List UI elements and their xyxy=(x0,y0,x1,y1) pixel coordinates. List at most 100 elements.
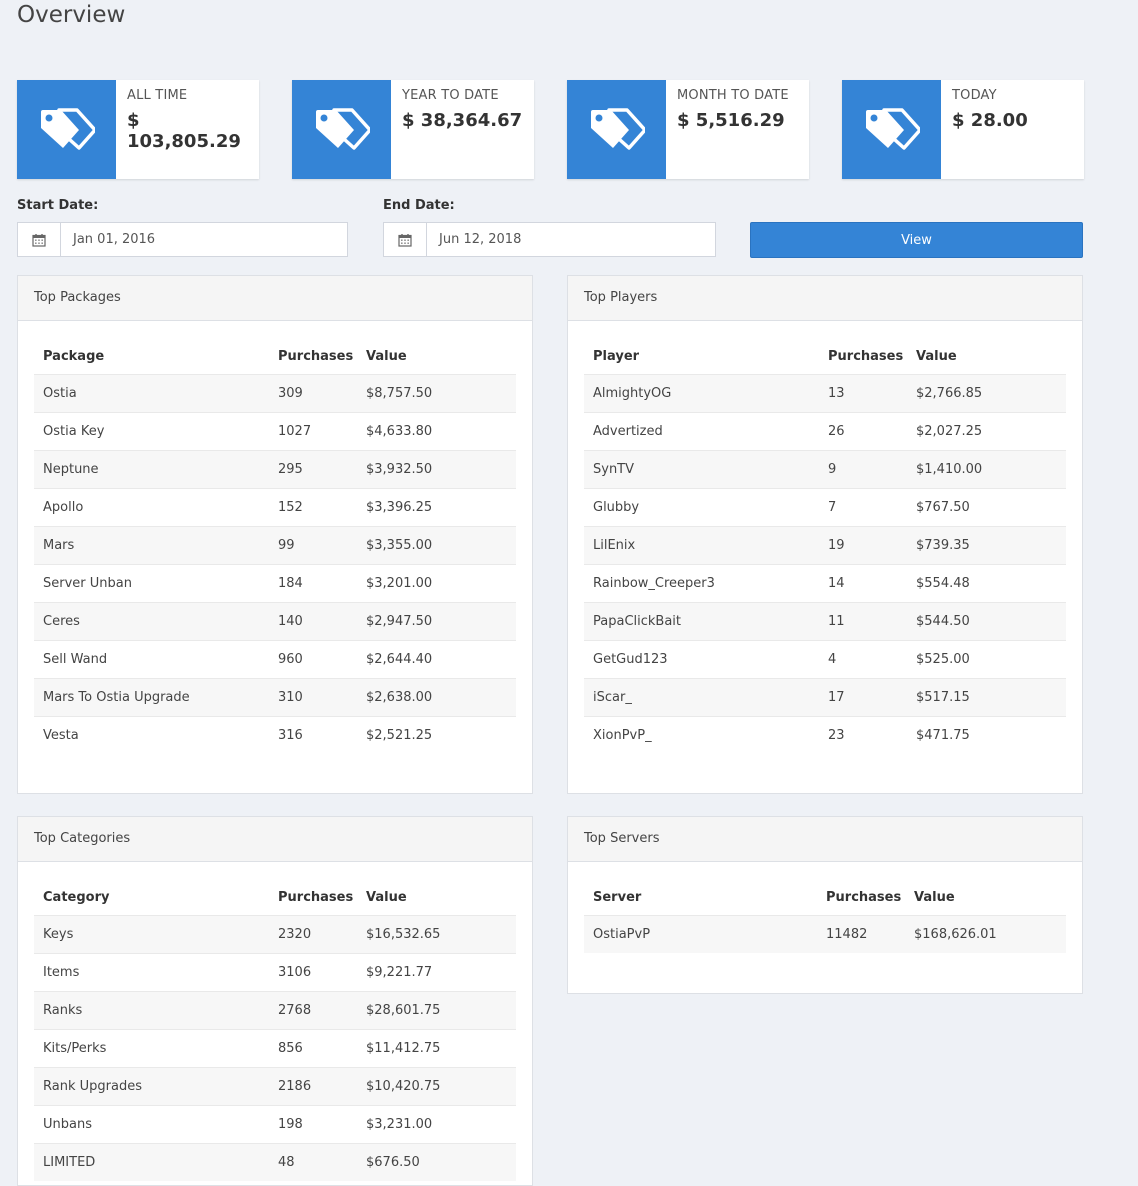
table-cell: LilEnix xyxy=(584,526,819,565)
stat-card-year-to-date: YEAR TO DATE $ 38,364.67 xyxy=(292,80,534,179)
stat-label: MONTH TO DATE xyxy=(677,88,789,103)
table-cell: $3,201.00 xyxy=(357,564,516,603)
table-cell: 2768 xyxy=(269,991,357,1030)
table-cell: 9 xyxy=(819,450,907,489)
table-row: GetGud123 4 $525.00 xyxy=(584,640,1066,679)
table-cell: Vesta xyxy=(34,716,269,754)
table-cell: $3,231.00 xyxy=(357,1105,516,1144)
table-row: Neptune 295 $3,932.50 xyxy=(34,450,516,489)
top-categories-table: Category Purchases Value Keys 2320 $16,532… xyxy=(34,879,516,1181)
table-row: Glubby 7 $767.50 xyxy=(584,488,1066,527)
table-row: XionPvP_ 23 $471.75 xyxy=(584,716,1066,754)
end-date-input[interactable]: Jun 12, 2018 xyxy=(383,222,716,257)
table-cell: $525.00 xyxy=(907,640,1066,679)
table-row: Mars 99 $3,355.00 xyxy=(34,526,516,565)
table-row: Vesta 316 $2,521.25 xyxy=(34,716,516,754)
table-cell: Ostia xyxy=(34,374,269,413)
table-cell: $16,532.65 xyxy=(357,915,516,954)
table-cell: 26 xyxy=(819,412,907,451)
table-cell: $676.50 xyxy=(357,1143,516,1181)
stat-value: $ 103,805.29 xyxy=(127,110,241,152)
table-cell: 11 xyxy=(819,602,907,641)
stat-value: $ 28.00 xyxy=(952,110,1028,131)
table-cell: Ostia Key xyxy=(34,412,269,451)
table-cell: 13 xyxy=(819,374,907,413)
panel-title: Top Packages xyxy=(18,276,532,321)
table-cell: Rank Upgrades xyxy=(34,1067,269,1106)
table-cell: 4 xyxy=(819,640,907,679)
table-row: LIMITED 48 $676.50 xyxy=(34,1143,516,1181)
table-cell: Server Unban xyxy=(34,564,269,603)
table-row: Items 3106 $9,221.77 xyxy=(34,953,516,992)
table-row: Rank Upgrades 2186 $10,420.75 xyxy=(34,1067,516,1106)
table-row: LilEnix 19 $739.35 xyxy=(584,526,1066,565)
table-row: Rainbow_Creeper3 14 $554.48 xyxy=(584,564,1066,603)
table-row: Advertized 26 $2,027.25 xyxy=(584,412,1066,451)
column-header: Purchases xyxy=(828,348,904,364)
table-cell: $3,355.00 xyxy=(357,526,516,565)
table-cell: PapaClickBait xyxy=(584,602,819,641)
table-row: Ostia Key 1027 $4,633.80 xyxy=(34,412,516,451)
table-cell: LIMITED xyxy=(34,1143,269,1181)
top-packages-table: Package Purchases Value Ostia 309 $8,757.5… xyxy=(34,338,516,754)
table-cell: 316 xyxy=(269,716,357,754)
table-cell: $1,410.00 xyxy=(907,450,1066,489)
table-row: PapaClickBait 11 $544.50 xyxy=(584,602,1066,641)
table-row: Sell Wand 960 $2,644.40 xyxy=(34,640,516,679)
end-date-label: End Date: xyxy=(383,198,455,213)
table-cell: 310 xyxy=(269,678,357,717)
table-cell: Mars To Ostia Upgrade xyxy=(34,678,269,717)
column-header: Value xyxy=(916,348,957,364)
table-cell: Apollo xyxy=(34,488,269,527)
top-servers-panel: Top Servers Server Purchases Value Ostia… xyxy=(567,816,1083,994)
table-cell: 7 xyxy=(819,488,907,527)
tags-icon xyxy=(292,80,391,179)
table-row: Ranks 2768 $28,601.75 xyxy=(34,991,516,1030)
table-cell: Neptune xyxy=(34,450,269,489)
table-cell: 960 xyxy=(269,640,357,679)
table-cell: Mars xyxy=(34,526,269,565)
table-cell: 2186 xyxy=(269,1067,357,1106)
table-cell: Sell Wand xyxy=(34,640,269,679)
table-cell: $2,947.50 xyxy=(357,602,516,641)
table-cell: $11,412.75 xyxy=(357,1029,516,1068)
stat-card-all-time: ALL TIME $ 103,805.29 xyxy=(17,80,259,179)
stat-card-today: TODAY $ 28.00 xyxy=(842,80,1084,179)
table-cell: 19 xyxy=(819,526,907,565)
top-players-panel: Top Players Player Purchases Value Almig… xyxy=(567,275,1083,794)
table-row: Ceres 140 $2,947.50 xyxy=(34,602,516,641)
column-header: Purchases xyxy=(278,348,354,364)
start-date-value: Jan 01, 2016 xyxy=(73,232,156,247)
start-date-input[interactable]: Jan 01, 2016 xyxy=(17,222,348,257)
table-row: OstiaPvP 11482 $168,626.01 xyxy=(584,915,1066,953)
table-cell: $739.35 xyxy=(907,526,1066,565)
panel-title: Top Servers xyxy=(568,817,1082,862)
table-cell: $10,420.75 xyxy=(357,1067,516,1106)
table-row: Unbans 198 $3,231.00 xyxy=(34,1105,516,1144)
table-cell: $2,644.40 xyxy=(357,640,516,679)
table-cell: Unbans xyxy=(34,1105,269,1144)
column-header: Server xyxy=(593,889,642,905)
table-cell: Ranks xyxy=(34,991,269,1030)
table-cell: $2,521.25 xyxy=(357,716,516,754)
table-cell: $168,626.01 xyxy=(905,915,1066,953)
table-row: Apollo 152 $3,396.25 xyxy=(34,488,516,527)
table-cell: Ceres xyxy=(34,602,269,641)
table-cell: AlmightyOG xyxy=(584,374,819,413)
table-cell: 3106 xyxy=(269,953,357,992)
table-cell: XionPvP_ xyxy=(584,716,819,754)
stat-card-month-to-date: MONTH TO DATE $ 5,516.29 xyxy=(567,80,809,179)
view-button[interactable]: View xyxy=(750,222,1083,258)
table-cell: $3,932.50 xyxy=(357,450,516,489)
table-cell: Kits/Perks xyxy=(34,1029,269,1068)
table-cell: 309 xyxy=(269,374,357,413)
table-row: Mars To Ostia Upgrade 310 $2,638.00 xyxy=(34,678,516,717)
stat-label: YEAR TO DATE xyxy=(402,88,499,103)
calendar-icon[interactable] xyxy=(384,223,427,256)
top-packages-panel: Top Packages Package Purchases Value Ost… xyxy=(17,275,533,794)
panel-title: Top Categories xyxy=(18,817,532,862)
table-cell: 295 xyxy=(269,450,357,489)
stat-value: $ 5,516.29 xyxy=(677,110,785,131)
column-header: Package xyxy=(43,348,105,364)
calendar-icon[interactable] xyxy=(18,223,61,256)
